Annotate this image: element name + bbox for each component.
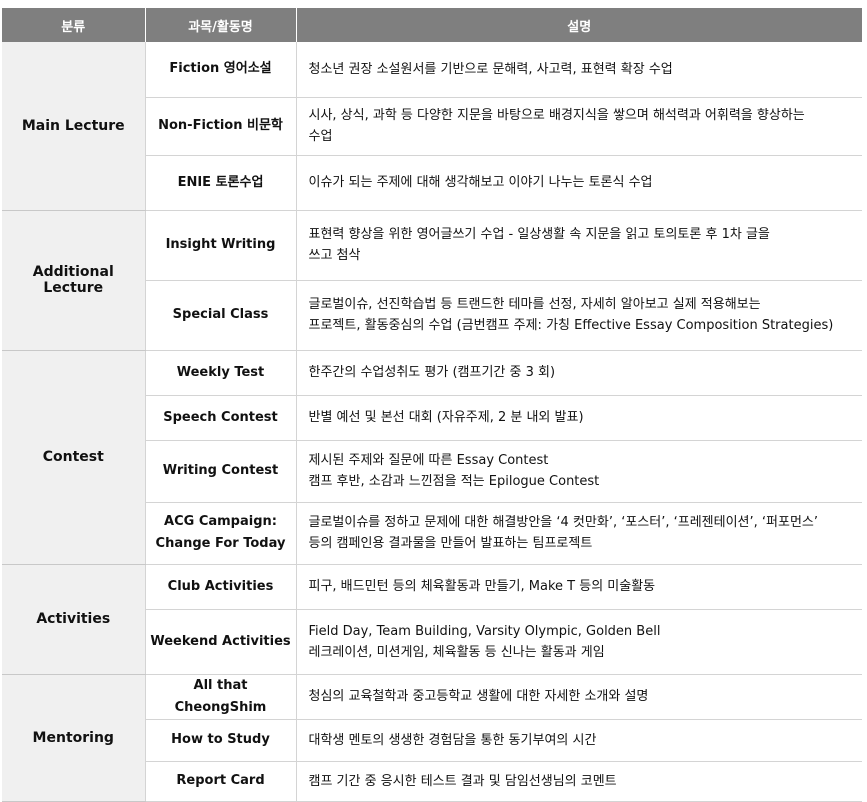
description-line: 반별 예선 및 본선 대회 (자유주제, 2 분 내외 발표) <box>308 410 584 425</box>
description-line: 대학생 멘토의 생생한 경험담을 통한 동기부여의 시간 <box>308 732 597 748</box>
course-cell: Writing Contest <box>145 440 297 503</box>
course-cell: Weekend Activities <box>145 609 297 675</box>
description-cell: 캠프 기간 중 응시한 테스트 결과 및 담임선생님의 코멘트 <box>296 761 862 802</box>
description-cell: 청심의 교육철학과 중고등학교 생활에 대한 자세한 소개와 설명 <box>296 674 862 720</box>
course-cell: Non-Fiction 비문학 <box>145 97 297 156</box>
description-line: 등의 캠페인용 결과물을 만들어 발표하는 팀프로젝트 <box>308 536 593 551</box>
description-line: 글로벌이슈를 정하고 문제에 대한 해결방안을 ‘4 컷만화’, ‘포스터’, … <box>308 515 819 530</box>
description-line: 쓰고 첨삭 <box>308 248 361 263</box>
description-cell: 청소년 권장 소설원서를 기반으로 문해력, 사고력, 표현력 확장 수업 <box>296 42 862 98</box>
description-cell: 이슈가 되는 주제에 대해 생각해보고 이야기 나누는 토론식 수업 <box>296 155 862 211</box>
course-cell: Weekly Test <box>145 350 297 396</box>
header-category: 분류 <box>2 8 146 42</box>
description-line: 한주간의 수업성취도 평가 (캠프기간 중 3 회) <box>308 365 556 380</box>
course-cell: ENIE 토론수업 <box>145 155 297 211</box>
description-cell: 표현력 향상을 위한 영어글쓰기 수업 - 일상생활 속 지문을 읽고 토의토론… <box>296 210 862 281</box>
table-row: Main Lecture Fiction 영어소설 청소년 권장 소설원서를 기… <box>2 42 862 211</box>
description-cell: 한주간의 수업성취도 평가 (캠프기간 중 3 회) <box>296 350 862 396</box>
table-header: 분류 과목/활동명 설명 <box>2 8 862 42</box>
table-row: Activities Club Activities 피구, 배드민턴 등의 체… <box>2 564 862 675</box>
description-line: 이슈가 되는 주제에 대해 생각해보고 이야기 나누는 토론식 수업 <box>308 175 653 190</box>
course-line: Change For Today <box>155 536 286 551</box>
category-cell: Contest <box>2 350 146 565</box>
table-row: Contest Weekly Test 한주간의 수업성취도 평가 (캠프기간 … <box>2 350 862 565</box>
description-line: 프로젝트, 활동중심의 수업 (금번캠프 주제: 가칭 Effective Es… <box>308 318 834 333</box>
course-cell: Club Activities <box>145 564 297 610</box>
description-line: 피구, 배드민턴 등의 체육활동과 만들기, Make T 등의 미술활동 <box>308 579 656 594</box>
description-line: 레크레이션, 미션게임, 체육활동 등 신나는 활동과 게임 <box>308 644 605 660</box>
category-cell: Activities <box>2 564 146 675</box>
description-line: 청심의 교육철학과 중고등학교 생활에 대한 자세한 소개와 설명 <box>308 689 649 704</box>
description-line: 청소년 권장 소설원서를 기반으로 문해력, 사고력, 표현력 확장 수업 <box>308 61 673 77</box>
description-cell: 대학생 멘토의 생생한 경험담을 통한 동기부여의 시간 <box>296 719 862 762</box>
header-course: 과목/활동명 <box>145 8 297 42</box>
course-cell: Report Card <box>145 761 297 802</box>
course-cell: ACG Campaign: Change For Today <box>145 502 297 565</box>
description-line: 캠프 기간 중 응시한 테스트 결과 및 담임선생님의 코멘트 <box>308 773 617 789</box>
course-cell: Fiction 영어소설 <box>145 42 297 98</box>
description-line: Field Day, Team Building, Varsity Olympi… <box>308 623 661 639</box>
course-cell: All that CheongShim <box>145 674 297 720</box>
course-line: ACG Campaign: <box>164 514 277 529</box>
category-cell: Mentoring <box>2 674 146 802</box>
description-cell: 시사, 상식, 과학 등 다양한 지문을 바탕으로 배경지식을 쌓으며 해석력과… <box>296 97 862 156</box>
description-line: 제시된 주제와 질문에 따른 Essay Contest <box>308 453 549 468</box>
header-description: 설명 <box>296 8 862 42</box>
description-line: 표현력 향상을 위한 영어글쓰기 수업 - 일상생활 속 지문을 읽고 토의토론… <box>308 227 770 242</box>
course-cell: Insight Writing <box>145 210 297 281</box>
table-row: Mentoring All that CheongShim 청심의 교육철학과 … <box>2 674 862 802</box>
category-cell: Main Lecture <box>2 42 146 211</box>
description-cell: 제시된 주제와 질문에 따른 Essay Contest 캠프 후반, 소감과 느… <box>296 440 862 503</box>
description-cell: Field Day, Team Building, Varsity Olympi… <box>296 609 862 675</box>
description-cell: 글로벌이슈를 정하고 문제에 대한 해결방안을 ‘4 컷만화’, ‘포스터’, … <box>296 502 862 565</box>
table-body: Main Lecture Fiction 영어소설 청소년 권장 소설원서를 기… <box>2 42 862 802</box>
course-cell: Special Class <box>145 280 297 351</box>
course-cell: How to Study <box>145 719 297 762</box>
description-cell: 피구, 배드민턴 등의 체육활동과 만들기, Make T 등의 미술활동 <box>296 564 862 610</box>
category-cell: Additional Lecture <box>2 210 146 351</box>
course-cell: Speech Contest <box>145 395 297 441</box>
curriculum-table: 분류 과목/활동명 설명 Main Lecture Fiction 영어소설 청… <box>2 8 862 802</box>
description-line: 수업 <box>308 129 333 144</box>
description-line: 시사, 상식, 과학 등 다양한 지문을 바탕으로 배경지식을 쌓으며 해석력과… <box>308 108 805 123</box>
description-line: 글로벌이슈, 선진학습법 등 트랜드한 테마를 선정, 자세히 알아보고 실제 … <box>308 297 761 312</box>
description-line: 캠프 후반, 소감과 느낀점을 적는 Epilogue Contest <box>308 474 600 489</box>
table-row: Additional Lecture Insight Writing 표현력 향… <box>2 210 862 351</box>
description-cell: 반별 예선 및 본선 대회 (자유주제, 2 분 내외 발표) <box>296 395 862 441</box>
description-cell: 글로벌이슈, 선진학습법 등 트랜드한 테마를 선정, 자세히 알아보고 실제 … <box>296 280 862 351</box>
